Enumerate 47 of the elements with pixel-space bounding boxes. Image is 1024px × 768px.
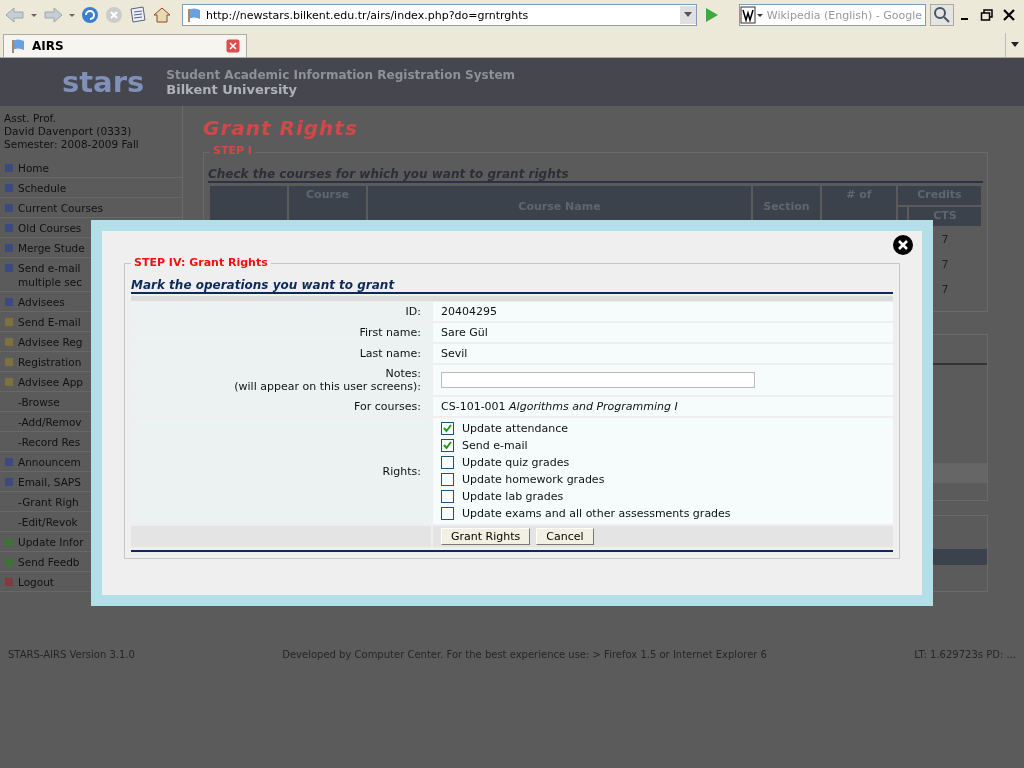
checkbox[interactable] xyxy=(441,422,454,435)
step-legend: STEP I xyxy=(210,144,255,157)
checkbox-label: Update homework grades xyxy=(462,473,605,486)
checkbox-label: Update lab grades xyxy=(462,490,564,503)
table-cell-text: 7 xyxy=(940,257,950,273)
checkbox[interactable] xyxy=(441,507,454,520)
table-cell-text: 7 xyxy=(940,282,950,298)
checkbox[interactable] xyxy=(441,490,454,503)
restore-icon[interactable] xyxy=(980,8,994,22)
university-name: Bilkent University xyxy=(166,81,299,97)
browser-tab[interactable]: AIRS xyxy=(3,34,247,57)
table-cell-text: 7 xyxy=(940,232,950,248)
page-icon xyxy=(186,7,202,23)
field-value: CS-101-001 Algorithms and Programming I xyxy=(441,400,678,413)
close-icon[interactable] xyxy=(1002,8,1016,22)
user-info-line: Semester: 2008-2009 Fall xyxy=(4,138,140,151)
checkbox[interactable] xyxy=(441,439,454,452)
address-field[interactable]: http://newstars.bilkent.edu.tr/airs/index.php?do=grntrghts xyxy=(182,4,697,26)
system-name: Student Academic Information Registration System xyxy=(166,67,516,82)
grant-button[interactable]: Grant Rights xyxy=(441,528,531,545)
home-icon[interactable] xyxy=(152,5,172,25)
notes-field[interactable] xyxy=(441,372,755,388)
field-value: Sevil xyxy=(441,347,468,360)
instruction-text: Mark the operations you want to grant xyxy=(131,278,893,294)
checkbox-label: Send e-mail xyxy=(462,439,528,452)
engine-icon[interactable] xyxy=(739,6,764,24)
user-info-line: Asst. Prof. xyxy=(4,112,57,125)
checkbox[interactable] xyxy=(441,456,454,469)
search-icon[interactable] xyxy=(930,4,954,26)
refresh-icon[interactable] xyxy=(80,5,100,25)
dropdown-icon[interactable] xyxy=(679,6,696,24)
page-icon xyxy=(10,38,26,54)
checkbox-label: Update attendance xyxy=(462,422,568,435)
checkbox-label: Update exams and all other assessments grades xyxy=(462,507,731,520)
step-legend: STEP IV: Grant Rights xyxy=(131,256,271,269)
cancel-button[interactable]: Cancel xyxy=(536,528,594,545)
logo: stars xyxy=(62,65,145,99)
checkbox-label: Update quiz grades xyxy=(462,456,570,469)
caret-icon xyxy=(1011,42,1019,48)
close-icon[interactable] xyxy=(892,234,914,256)
field-value: 20404295 xyxy=(441,305,497,318)
field-label: Rights: xyxy=(382,464,421,478)
history-icon[interactable] xyxy=(128,5,148,25)
page-title: Grant Rights xyxy=(203,116,359,140)
field-value: Sare Gül xyxy=(441,326,488,339)
checkbox[interactable] xyxy=(441,473,454,486)
user-info-line: David Davenport (0333) xyxy=(4,125,133,138)
